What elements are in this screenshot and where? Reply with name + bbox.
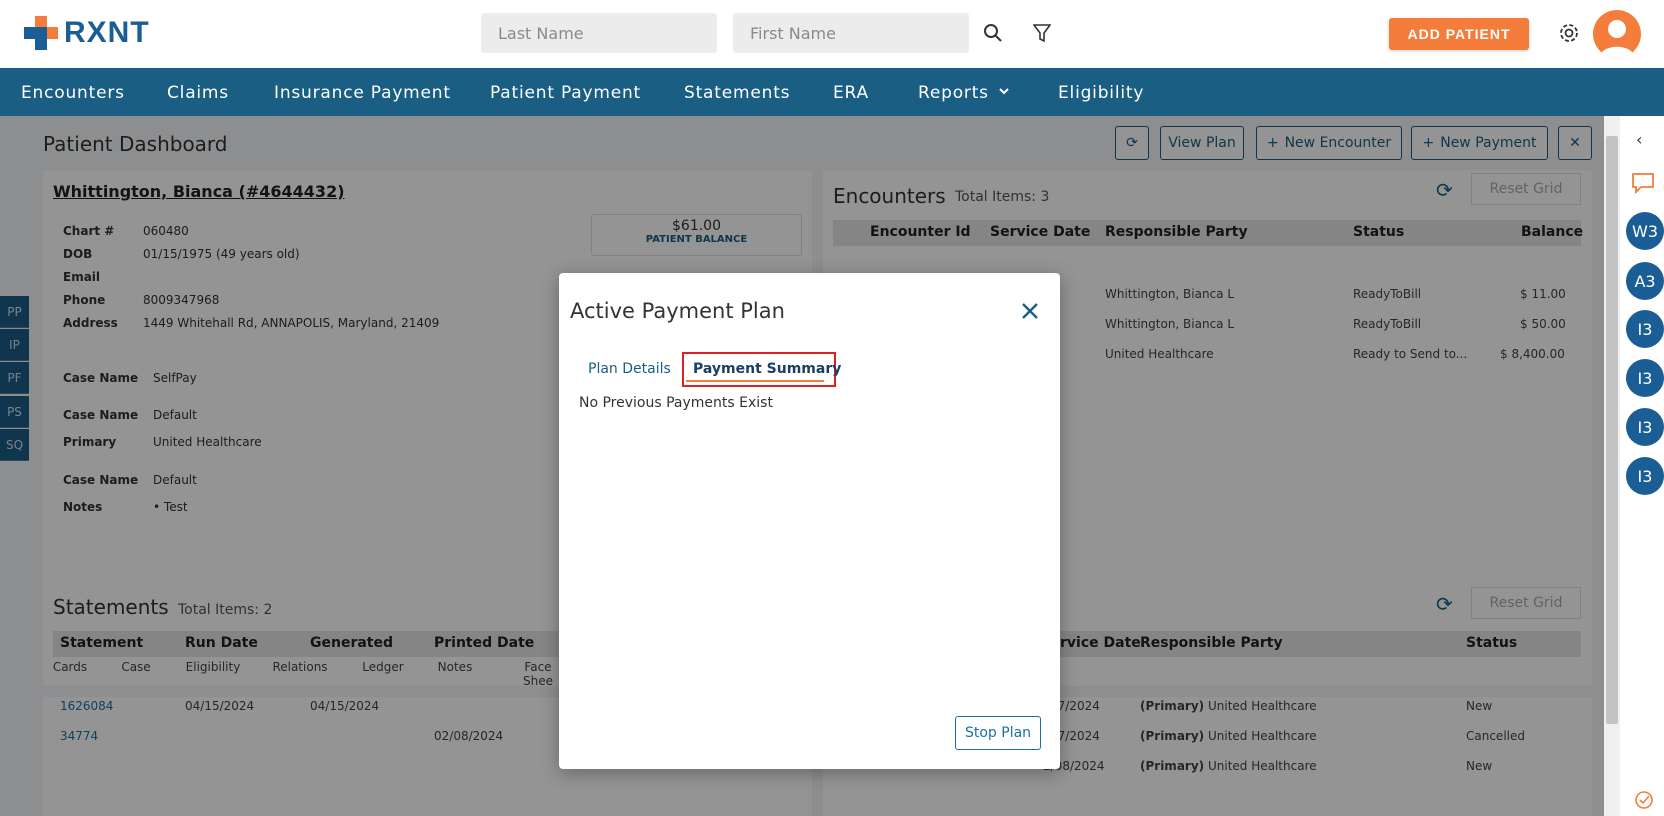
active-payment-plan-modal: Active Payment Plan Plan Details Payment… <box>559 273 1060 769</box>
tab-payment-summary[interactable]: Payment Summary <box>693 361 841 377</box>
chevron-left-icon[interactable]: ‹ <box>1636 130 1642 149</box>
scrollbar-thumb[interactable] <box>1606 136 1618 724</box>
chevron-down-icon[interactable] <box>998 82 1010 102</box>
logo-cross-icon <box>24 16 58 50</box>
active-tab-underline <box>686 380 824 382</box>
main-nav: Encounters Claims Insurance Payment Pati… <box>0 68 1664 116</box>
rail-avatar[interactable]: I3 <box>1626 408 1664 446</box>
nav-patient-payment[interactable]: Patient Payment <box>490 83 641 103</box>
last-name-input[interactable] <box>481 13 717 53</box>
rail-avatar[interactable]: I3 <box>1626 359 1664 397</box>
filter-icon[interactable] <box>1031 22 1053 44</box>
check-circle-icon[interactable] <box>1634 790 1654 810</box>
rxnt-logo[interactable]: RXNT <box>22 14 150 52</box>
nav-reports[interactable]: Reports <box>918 83 989 103</box>
chat-icon[interactable] <box>1631 172 1655 195</box>
modal-title: Active Payment Plan <box>570 299 785 323</box>
nav-insurance-payment[interactable]: Insurance Payment <box>274 83 451 103</box>
user-avatar[interactable] <box>1593 10 1641 58</box>
nav-eligibility[interactable]: Eligibility <box>1058 83 1144 103</box>
nav-claims[interactable]: Claims <box>167 83 229 103</box>
rail-avatar[interactable]: I3 <box>1626 457 1664 495</box>
add-patient-button[interactable]: ADD PATIENT <box>1389 18 1529 50</box>
search-icon[interactable] <box>982 22 1004 44</box>
first-name-input[interactable] <box>733 13 969 53</box>
nav-encounters[interactable]: Encounters <box>21 83 125 103</box>
nav-statements[interactable]: Statements <box>684 83 790 103</box>
rail-avatar[interactable]: W3 <box>1626 212 1664 250</box>
stop-plan-button[interactable]: Stop Plan <box>955 716 1041 750</box>
gear-icon[interactable] <box>1557 21 1581 45</box>
tab-plan-details[interactable]: Plan Details <box>588 361 671 377</box>
logo-text: RXNT <box>64 16 150 49</box>
empty-payments-message: No Previous Payments Exist <box>579 395 773 411</box>
rail-avatar[interactable]: I3 <box>1626 310 1664 348</box>
nav-era[interactable]: ERA <box>833 83 869 103</box>
close-icon[interactable] <box>1020 301 1040 321</box>
rail-avatar[interactable]: A3 <box>1626 262 1664 300</box>
top-bar: RXNT ADD PATIENT <box>0 0 1664 68</box>
